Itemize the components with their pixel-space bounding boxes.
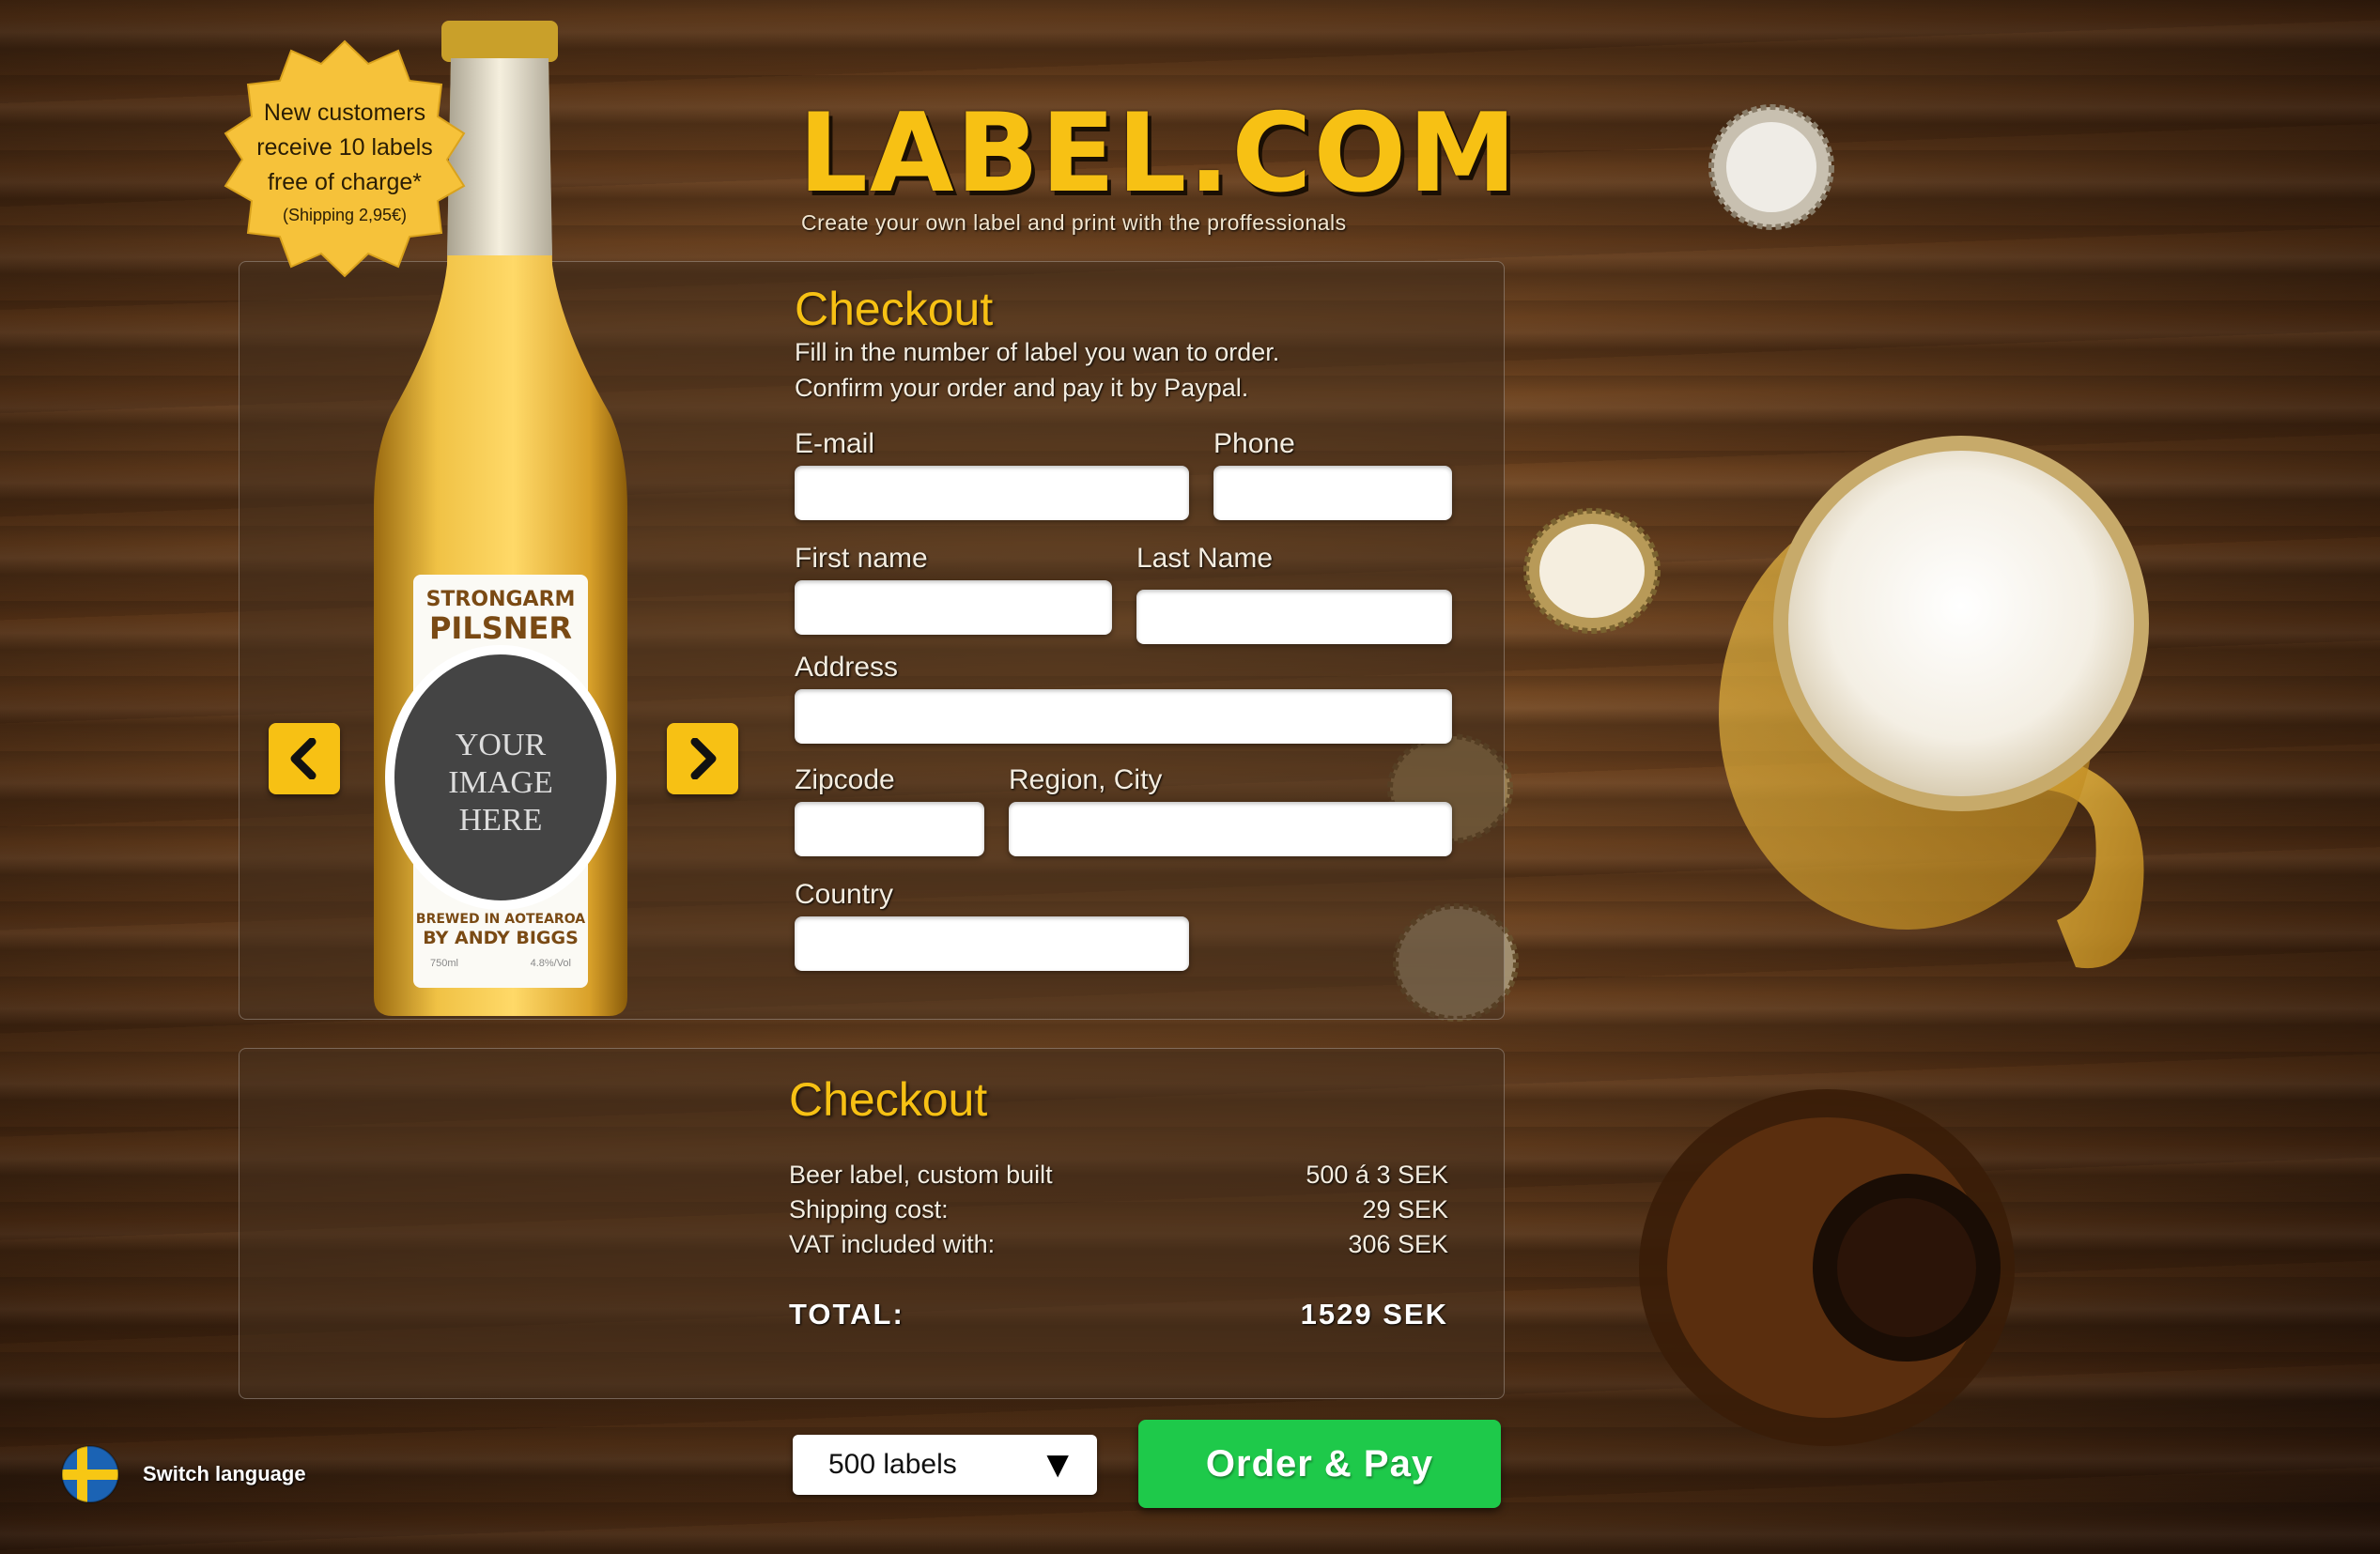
- promo-shipping-note: (Shipping 2,95€): [282, 206, 408, 224]
- zipcode-field[interactable]: [795, 802, 984, 856]
- summary-item-label: Beer label, custom built: [789, 1161, 1053, 1189]
- phone-label: Phone: [1213, 428, 1295, 459]
- label-brewed-line2: BY ANDY BIGGS: [423, 928, 579, 948]
- bottle-cap-image: [1522, 505, 1662, 637]
- promo-line1: New customers: [263, 100, 426, 126]
- last-name-label: Last Name: [1136, 543, 1274, 574]
- switch-language-button[interactable]: Switch language: [60, 1444, 306, 1504]
- summary-total-label: TOTAL:: [789, 1298, 904, 1331]
- label-brand-line2: PILSNER: [428, 610, 573, 646]
- next-design-button[interactable]: [667, 723, 738, 794]
- beer-mug-image: [1719, 413, 2207, 995]
- first-name-label: First name: [795, 543, 928, 574]
- first-name-field[interactable]: [795, 580, 1112, 635]
- prev-design-button[interactable]: [269, 723, 340, 794]
- form-intro-line2: Confirm your order and pay it by Paypal.: [795, 374, 1249, 402]
- site-tagline: Create your own label and print with the…: [801, 210, 1347, 235]
- beer-bottle-top-image: [1625, 1080, 2038, 1455]
- summary-total-value: 1529 SEK: [1300, 1298, 1448, 1331]
- phone-field[interactable]: [1213, 466, 1452, 520]
- label-brewed-line1: BREWED IN AOTEAROA: [415, 912, 586, 927]
- email-field[interactable]: [795, 466, 1189, 520]
- summary-vat-value: 306 SEK: [1348, 1230, 1448, 1258]
- label-brand-line1: STRONGARM: [425, 588, 576, 611]
- bottle-cap-image: [1706, 101, 1837, 233]
- caret-down-icon: ▼: [1039, 1443, 1076, 1485]
- form-intro-line1: Fill in the number of label you wan to o…: [795, 338, 1280, 366]
- quantity-select[interactable]: 500 labels ▼: [793, 1435, 1097, 1495]
- promo-line3: free of charge*: [268, 169, 422, 195]
- address-field[interactable]: [795, 689, 1452, 744]
- promo-badge: New customers receive 10 labels free of …: [218, 36, 471, 282]
- summary-shipping-label: Shipping cost:: [789, 1195, 949, 1223]
- sweden-flag-icon: [61, 1445, 119, 1503]
- form-title: Checkout: [795, 283, 994, 335]
- last-name-field[interactable]: [1136, 590, 1452, 644]
- image-placeholder-line3: HERE: [458, 803, 543, 838]
- summary-vat-label: VAT included with:: [789, 1230, 996, 1258]
- order-pay-button[interactable]: Order & Pay: [1138, 1420, 1501, 1508]
- address-label: Address: [795, 652, 899, 683]
- chevron-right-icon: [690, 738, 717, 779]
- region-city-field[interactable]: [1009, 802, 1452, 856]
- chevron-left-icon: [290, 738, 317, 779]
- summary-title: Checkout: [789, 1073, 988, 1126]
- image-placeholder-line1: YOUR: [455, 728, 547, 762]
- country-field[interactable]: [795, 916, 1189, 971]
- country-label: Country: [795, 879, 894, 910]
- label-abv: 4.8%/Vol: [530, 958, 571, 969]
- summary-item-value: 500 á 3 SEK: [1306, 1161, 1448, 1189]
- zipcode-label: Zipcode: [795, 764, 895, 795]
- promo-line2: receive 10 labels: [256, 134, 433, 161]
- site-logo[interactable]: LABEL.COM: [798, 98, 1517, 210]
- switch-language-label: Switch language: [143, 1462, 306, 1485]
- region-city-label: Region, City: [1009, 764, 1163, 795]
- label-volume: 750ml: [430, 958, 458, 969]
- summary-shipping-value: 29 SEK: [1362, 1195, 1448, 1223]
- email-label: E-mail: [795, 428, 875, 459]
- image-placeholder-line2: IMAGE: [448, 765, 553, 800]
- quantity-select-value: 500 labels: [828, 1449, 957, 1480]
